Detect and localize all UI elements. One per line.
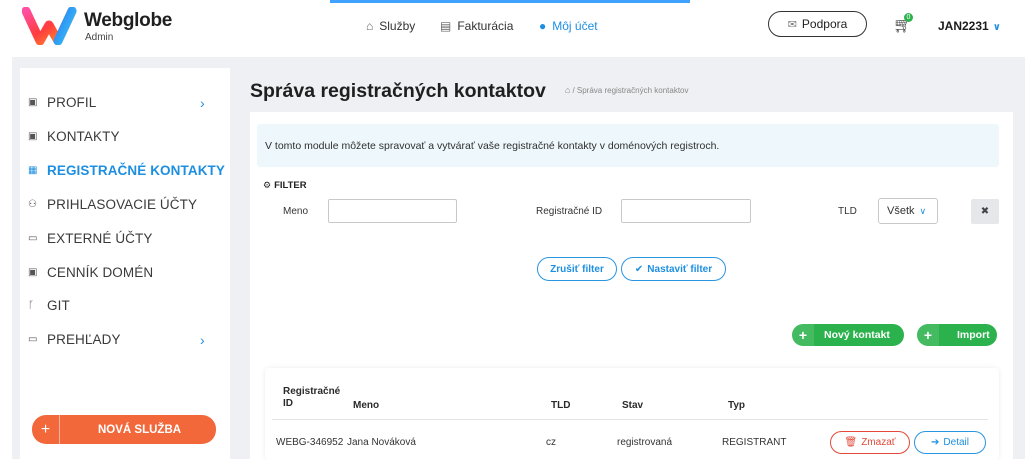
sidebar: ▣ PROFIL › ▣ KONTAKTY ▦ REGISTRAČNÉ KONT…	[20, 68, 230, 459]
home-icon[interactable]: ⌂	[565, 85, 570, 95]
filter-heading: ⚙ FILTER	[263, 180, 307, 191]
header-accent-strip	[330, 0, 690, 3]
cancel-filter-button[interactable]: Zrušiť filter	[537, 257, 617, 281]
users-icon: ⚇	[28, 199, 38, 210]
regid-input[interactable]	[621, 199, 751, 223]
plus-icon: +	[792, 324, 814, 346]
trash-icon: 🗑︎	[844, 437, 858, 448]
check-icon: ✔	[634, 263, 644, 275]
table-header-divider	[272, 419, 988, 420]
sidebar-item-label: GIT	[47, 298, 70, 313]
cell-name: Jana Nováková	[347, 437, 416, 448]
chevron-right-icon[interactable]: ›	[200, 332, 205, 348]
page-title: Správa registračných kontaktov	[250, 80, 546, 102]
webglobe-logo-icon[interactable]	[22, 7, 82, 45]
detail-button[interactable]: ➔ Detail	[914, 431, 986, 454]
th-name[interactable]: Meno	[353, 400, 379, 412]
regid-label: Registračné ID	[536, 206, 603, 217]
support-button[interactable]: ✉ Podpora	[768, 11, 867, 37]
info-text: V tomto module môžete spravovať a vytvár…	[265, 140, 720, 152]
brand-subtitle: Admin	[85, 32, 114, 43]
nav-services-label: Služby	[379, 19, 416, 33]
chevron-down-icon: ∨	[919, 205, 927, 216]
sidebar-item-label: KONTAKTY	[47, 129, 120, 144]
sidebar-item-externe-ucty[interactable]: ▭ EXTERNÉ ÚČTY	[28, 231, 152, 246]
cell-status: registrovaná	[617, 437, 673, 448]
th-registration-id[interactable]: Registračné ID	[283, 386, 340, 410]
document-icon: ▤	[440, 19, 452, 33]
top-header: Webglobe Admin ⌂ Služby ▤ Fakturácia ● M…	[0, 0, 1025, 52]
sidebar-item-label: PREHĽADY	[47, 332, 121, 347]
sidebar-item-git[interactable]: ᚴ GIT	[28, 298, 70, 313]
sidebar-item-label: PRIHLASOVACIE ÚČTY	[47, 197, 198, 212]
nav-billing[interactable]: ▤ Fakturácia	[440, 19, 513, 33]
cart-count-badge: 0	[904, 13, 913, 22]
nav-my-account-label: Môj účet	[552, 19, 598, 33]
cancel-filter-label: Zrušiť filter	[550, 263, 604, 275]
th-status[interactable]: Stav	[622, 400, 643, 412]
th-tld[interactable]: TLD	[551, 400, 570, 412]
sidebar-item-kontakty[interactable]: ▣ KONTAKTY	[28, 129, 120, 144]
sidebar-item-registracne-kontakty[interactable]: ▦ REGISTRAČNÉ KONTAKTY	[28, 163, 225, 178]
user-menu[interactable]: JAN2231 ∨	[938, 19, 1001, 33]
arrow-right-icon: ➔	[931, 437, 940, 448]
new-contact-button[interactable]: + Nový kontakt	[792, 324, 904, 346]
sidebar-item-prihlasovacie-ucty[interactable]: ⚇ PRIHLASOVACIE ÚČTY	[28, 197, 197, 212]
plus-icon: +	[32, 415, 60, 444]
chat-icon: ✉	[787, 18, 797, 31]
git-branch-icon: ᚴ	[28, 300, 35, 311]
tld-select[interactable]: Všetk ∨	[878, 198, 938, 224]
th-type[interactable]: Typ	[728, 400, 745, 412]
new-service-label: NOVÁ SLUŽBA	[98, 423, 182, 436]
detail-label: Detail	[943, 437, 969, 448]
import-button[interactable]: + Import	[917, 324, 997, 346]
cell-type: REGISTRANT	[722, 437, 787, 448]
filter-heading-label: FILTER	[274, 180, 307, 191]
chevron-right-icon[interactable]: ›	[200, 95, 205, 111]
sidebar-item-label: PROFIL	[47, 95, 97, 110]
new-service-button[interactable]: + NOVÁ SLUŽBA	[32, 415, 216, 444]
sidebar-item-prehlady[interactable]: ▭ PREHĽADY	[28, 332, 121, 347]
delete-button[interactable]: 🗑︎ Zmazať	[830, 431, 910, 454]
sidebar-item-profil[interactable]: ▣ PROFIL	[28, 95, 96, 110]
tld-select-value: Všetk	[887, 205, 915, 217]
cell-tld: cz	[546, 437, 556, 448]
id-card-icon: ▣	[28, 97, 38, 108]
breadcrumb: ⌂ / Správa registračných kontaktov	[565, 85, 689, 95]
gears-icon: ⚙	[263, 180, 272, 190]
sidebar-item-cennik-domen[interactable]: ▣ CENNÍK DOMÉN	[28, 265, 153, 280]
sidebar-item-label: REGISTRAČNÉ KONTAKTY	[47, 163, 226, 178]
nav-billing-label: Fakturácia	[457, 19, 514, 33]
brand-name: Webglobe	[84, 10, 173, 31]
cell-registration-id: WEBG-346952	[276, 437, 344, 448]
nav-services[interactable]: ⌂ Služby	[366, 19, 415, 33]
delete-label: Zmazať	[861, 437, 896, 448]
support-button-label: Podpora	[801, 17, 848, 31]
grid-icon: ▦	[28, 165, 38, 176]
user-name: JAN2231	[938, 19, 989, 33]
window-icon: ▭	[28, 334, 38, 345]
close-icon: ✖	[980, 206, 990, 217]
nav-my-account[interactable]: ● Môj účet	[539, 19, 598, 33]
sidebar-item-label: EXTERNÉ ÚČTY	[47, 231, 153, 246]
apply-filter-button[interactable]: ✔ Nastaviť filter	[621, 257, 726, 281]
tld-label: TLD	[838, 206, 857, 217]
user-icon: ●	[539, 19, 547, 33]
new-contact-label: Nový kontakt	[824, 329, 890, 341]
name-label: Meno	[283, 206, 309, 217]
breadcrumb-current: / Správa registračných kontaktov	[572, 86, 689, 95]
id-card-icon: ▣	[28, 131, 38, 142]
window-icon: ▭	[28, 233, 38, 244]
sidebar-item-label: CENNÍK DOMÉN	[47, 265, 154, 280]
home-icon: ⌂	[366, 19, 374, 33]
plus-icon: +	[917, 324, 939, 346]
chevron-down-icon: ∨	[992, 22, 1001, 33]
import-label: Import	[957, 329, 990, 341]
name-input[interactable]	[328, 199, 457, 223]
price-tag-icon: ▣	[28, 267, 38, 278]
clear-filter-button[interactable]: ✖	[971, 199, 999, 224]
apply-filter-label: Nastaviť filter	[647, 263, 713, 275]
